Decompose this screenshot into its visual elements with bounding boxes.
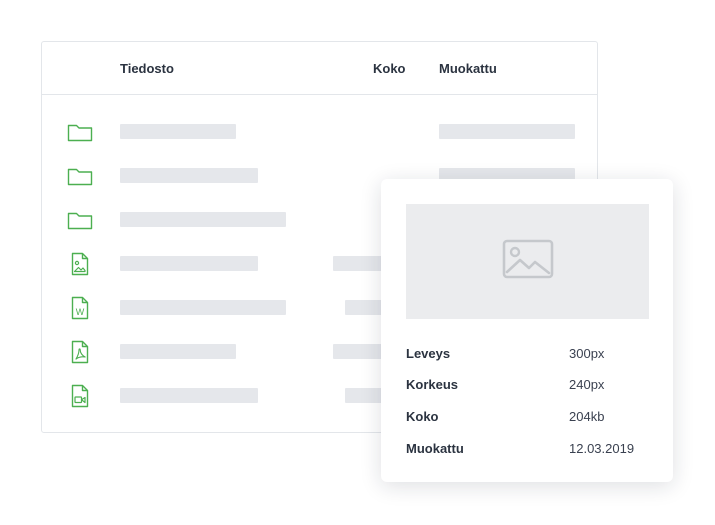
detail-value: 240px [569,377,605,392]
detail-row-modified: Muokattu 12.03.2019 [406,441,649,459]
detail-label: Leveys [406,346,451,361]
pdf-file-icon [66,340,94,364]
detail-value: 12.03.2019 [569,441,635,456]
file-row[interactable] [42,120,597,144]
file-size-placeholder [333,256,388,271]
detail-value: 300px [569,346,605,361]
detail-label: Koko [406,409,439,424]
video-file-icon [66,384,94,408]
folder-icon [66,164,94,188]
detail-value: 204kb [569,409,605,424]
file-modified-placeholder [439,124,575,139]
word-file-letter: W [76,307,85,317]
file-details-card: Leveys 300px Korkeus 240px Koko 204kb Mu… [381,179,673,482]
file-name-placeholder [120,168,258,183]
image-preview [406,204,649,319]
file-name-placeholder [120,124,236,139]
file-size-placeholder [333,344,388,359]
image-placeholder-icon [502,239,554,284]
folder-icon [66,120,94,144]
file-list-header: Tiedosto Koko Muokattu [42,42,597,95]
detail-label: Muokattu [406,441,464,456]
file-name-placeholder [120,300,286,315]
file-name-placeholder [120,212,286,227]
image-file-icon [66,252,94,276]
detail-row-size: Koko 204kb [406,409,649,427]
column-header-size[interactable]: Koko [373,61,406,76]
detail-row-height: Korkeus 240px [406,377,649,395]
detail-label: Korkeus [406,377,459,392]
file-name-placeholder [120,344,236,359]
word-file-icon: W [66,296,94,320]
column-header-modified[interactable]: Muokattu [439,61,497,76]
column-header-name[interactable]: Tiedosto [120,61,174,76]
detail-row-width: Leveys 300px [406,346,649,364]
folder-icon [66,208,94,232]
file-name-placeholder [120,256,258,271]
file-name-placeholder [120,388,258,403]
